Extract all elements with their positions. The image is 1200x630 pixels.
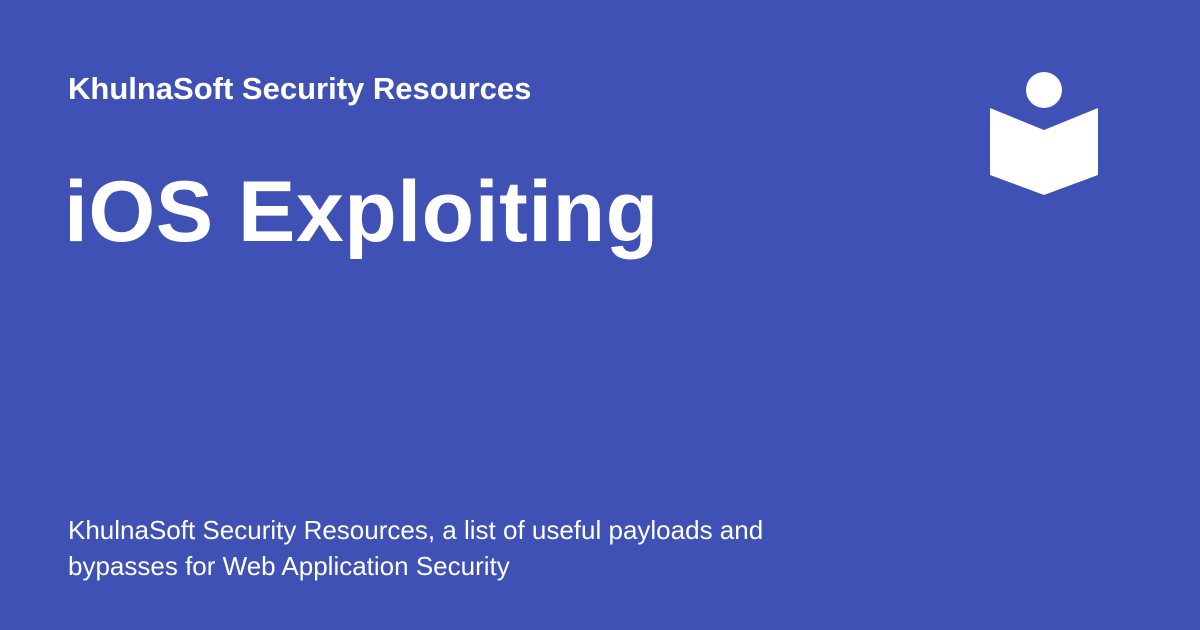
reader-book-icon xyxy=(988,70,1100,198)
page-description: KhulnaSoft Security Resources, a list of… xyxy=(68,515,764,581)
social-card: KhulnaSoft Security Resources iOS Exploi… xyxy=(0,0,1200,630)
site-name: KhulnaSoft Security Resources xyxy=(68,71,532,106)
page-title: iOS Exploiting xyxy=(64,164,659,260)
